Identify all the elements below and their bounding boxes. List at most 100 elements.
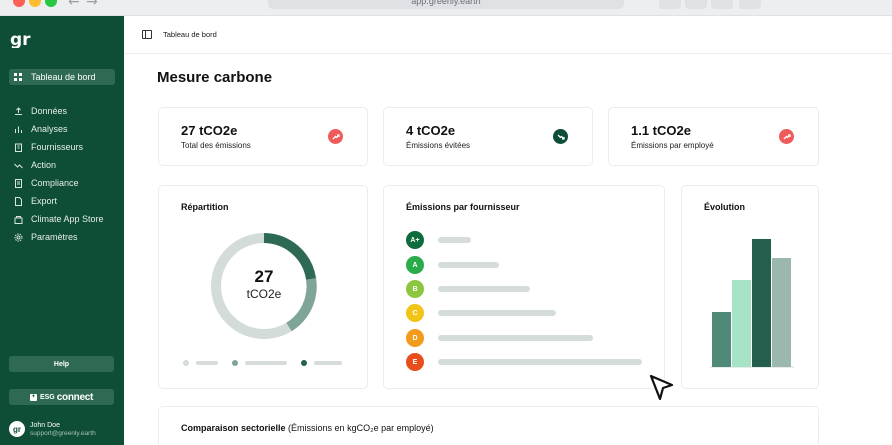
user-name: John Doe: [30, 421, 60, 429]
sidebar-item-label: Tableau de bord: [31, 72, 96, 82]
grade-bar: [438, 286, 530, 292]
sidebar-item-label: Action: [31, 160, 57, 170]
donut-unit: tCO2e: [246, 287, 282, 301]
minimize-window-icon[interactable]: [29, 0, 41, 7]
trend-down-icon: [553, 129, 568, 144]
file-icon: [13, 196, 23, 206]
card-title: Répartition: [181, 202, 229, 212]
browser-button[interactable]: [739, 0, 761, 9]
stat-label: Émissions évitées: [406, 141, 471, 150]
grade-row: D: [406, 329, 593, 347]
main-header: Tableau de bord: [124, 16, 892, 54]
close-window-icon[interactable]: [13, 0, 25, 7]
mouse-cursor-icon: [649, 374, 674, 401]
sidebar-item-label: Climate App Store: [31, 214, 104, 224]
logo-text: gr: [10, 30, 31, 48]
suppliers-card: Émissions par fournisseur A+ A B C D E: [383, 185, 665, 389]
browser-button[interactable]: [711, 0, 733, 9]
grade-bar: [438, 335, 593, 341]
sidebar-item-donnees[interactable]: Données: [9, 103, 115, 119]
browser-button[interactable]: [659, 0, 681, 9]
sidebar-item-export[interactable]: Export: [9, 193, 115, 209]
forward-arrow-icon[interactable]: →: [86, 0, 98, 10]
stat-card-per-employee: 1.1 tCO2e Émissions par employé: [608, 107, 819, 166]
evolution-card: Évolution: [681, 185, 819, 389]
sidebar-item-analyses[interactable]: Analyses: [9, 121, 115, 137]
sidebar-item-fournisseurs[interactable]: Fournisseurs: [9, 139, 115, 155]
grade-badge: A+: [406, 231, 424, 249]
sidebar-item-label: Compliance: [31, 178, 79, 188]
grade-row: A: [406, 256, 499, 274]
gear-icon: [13, 232, 23, 242]
legend-item: [183, 360, 218, 366]
help-button[interactable]: Help: [9, 356, 114, 372]
evolution-bar: [752, 239, 771, 367]
grade-row: A+: [406, 231, 471, 249]
legend-placeholder: [245, 361, 287, 365]
title-rest: (Émissions en kgCO₂e par employé): [285, 423, 434, 433]
grade-badge: C: [406, 304, 424, 322]
plus-icon: +: [29, 393, 37, 401]
legend-placeholder: [314, 361, 342, 365]
stat-label: Total des émissions: [181, 141, 251, 150]
greenly-logo[interactable]: gr: [10, 30, 36, 48]
sidebar-item-tableau-de-bord[interactable]: Tableau de bord: [9, 69, 115, 85]
stat-value: 1.1 tCO2e: [631, 123, 691, 138]
store-icon: [13, 214, 23, 224]
evolution-bar-chart: [710, 239, 794, 368]
stat-value: 27 tCO2e: [181, 123, 238, 138]
donut-total: 27: [254, 267, 274, 286]
legend-dot: [183, 360, 189, 366]
sector-comparison-card: Comparaison sectorielle (Émissions en kg…: [158, 406, 819, 445]
sidebar-item-label: Données: [31, 106, 68, 116]
card-title: Comparaison sectorielle (Émissions en kg…: [181, 423, 434, 433]
grade-badge: A: [406, 256, 424, 274]
user-profile[interactable]: gr John Doe support@greenly.earth: [9, 421, 96, 437]
legend-placeholder: [196, 361, 218, 365]
stat-card-avoided: 4 tCO2e Émissions évitées: [383, 107, 593, 166]
legend-dot: [301, 360, 307, 366]
grade-row: C: [406, 304, 556, 322]
trend-up-icon: [328, 129, 343, 144]
trend-up-icon: [779, 129, 794, 144]
sidebar-item-compliance[interactable]: Compliance: [9, 175, 115, 191]
sidebar-item-label: Analyses: [31, 124, 68, 134]
sidebar-item-parametres[interactable]: Paramètres: [9, 229, 115, 245]
building-icon: [13, 142, 23, 152]
grade-badge: D: [406, 329, 424, 347]
browser-toolbar: ← → app.greenly.earth: [0, 0, 892, 16]
card-title: Émissions par fournisseur: [406, 202, 520, 212]
legend-item: [232, 360, 287, 366]
evolution-bar: [712, 312, 731, 367]
sidebar-item-label: Export: [31, 196, 58, 206]
stat-label: Émissions par employé: [631, 141, 714, 150]
page-title: Mesure carbone: [157, 69, 273, 86]
sidebar-item-label: Fournisseurs: [31, 142, 84, 152]
connect-label: connect: [56, 391, 94, 403]
grade-bar: [438, 262, 499, 268]
upload-icon: [13, 106, 23, 116]
card-title: Évolution: [704, 202, 745, 212]
grade-badge: B: [406, 280, 424, 298]
sidebar-toggle-icon[interactable]: [142, 30, 152, 39]
evolution-bar: [732, 280, 751, 367]
address-bar[interactable]: app.greenly.earth: [268, 0, 624, 9]
grade-row: B: [406, 280, 530, 298]
browser-button[interactable]: [685, 0, 707, 9]
document-icon: [13, 178, 23, 188]
legend-item: [301, 360, 342, 366]
trend-icon: [13, 160, 23, 170]
sidebar-item-climate-app-store[interactable]: Climate App Store: [9, 211, 115, 227]
stat-value: 4 tCO2e: [406, 123, 456, 138]
breadcrumb: Tableau de bord: [163, 30, 217, 39]
grade-bar: [438, 237, 471, 243]
evolution-bar: [772, 258, 791, 367]
sidebar-item-action[interactable]: Action: [9, 157, 115, 173]
grade-bar: [438, 359, 642, 365]
repartition-card: Répartition 27 tCO2e: [158, 185, 368, 389]
esg-connect-button[interactable]: + ESG connect: [9, 389, 114, 405]
stat-card-total: 27 tCO2e Total des émissions: [158, 107, 368, 166]
maximize-window-icon[interactable]: [45, 0, 57, 7]
donut-chart: 27 tCO2e: [209, 231, 319, 341]
back-arrow-icon[interactable]: ←: [68, 0, 80, 10]
